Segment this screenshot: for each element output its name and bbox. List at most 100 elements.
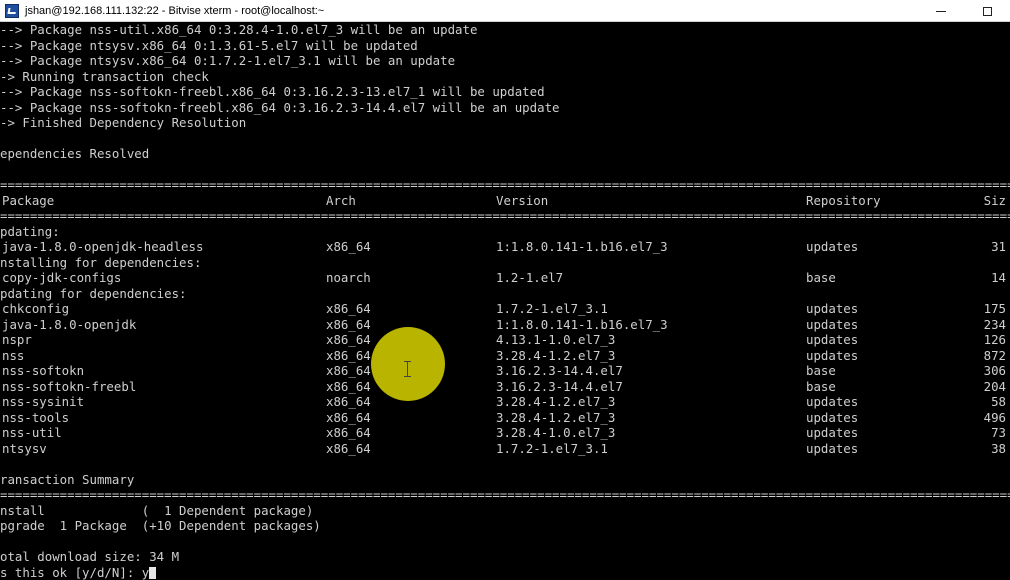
table-row: java-1.8.0-openjdk x86_64 1:1.8.0.141-1.b1… (0, 317, 1010, 333)
cell-arch: noarch (326, 270, 371, 285)
cell-size: 14 (991, 270, 1006, 285)
cell-package: copy-jdk-configs (2, 270, 122, 285)
cell-arch: x86_64 (326, 332, 371, 347)
cell-package: chkconfig (2, 301, 70, 316)
cell-package: java-1.8.0-openjdk (2, 316, 137, 332)
window-title: jshan@192.168.111.132:22 - Bitvise xterm… (25, 4, 325, 17)
table-row: nss-softokn x86_64 3.16.2.3-14.4.el7 base 30… (0, 363, 1010, 379)
cell-arch: x86_64 (326, 425, 371, 440)
table-row: copy-jdk-configs noarch 1.2-1.el7 base 14 (0, 270, 1010, 286)
terminal-output[interactable]: --> Package nss-util.x86_64 0:3.28.4-1.0… (0, 22, 1010, 580)
table-row: nss-softokn-freebl x86_64 3.16.2.3-14.4.el… (0, 379, 1010, 395)
cell-version: 3.16.2.3-14.4.el7 (496, 378, 623, 394)
table-row: nss-sysinit x86_64 3.28.4-1.2.el7_3 updates… (0, 394, 1010, 410)
cell-size: 496 (983, 409, 1006, 425)
terminal-line: ependencies Resolved (0, 146, 150, 161)
table-row: chkconfig x86_64 1.7.2-1.el7_3.1 updates 175 (0, 301, 1010, 317)
terminal-line: -> Finished Dependency Resolution (0, 115, 247, 130)
cell-version: 3.28.4-1.2.el7_3 (496, 409, 616, 425)
cell-repository: updates (806, 440, 859, 456)
table-row: java-1.8.0-openjdk-headless x86_64 1:1.8.0… (0, 239, 1010, 255)
terminal-line: --> Package nss-softokn-freebl.x86_64 0:… (0, 99, 560, 115)
cell-version: 3.28.4-1.0.el7_3 (496, 425, 616, 440)
cell-repository: updates (806, 394, 859, 409)
cell-repository: updates (806, 301, 859, 316)
cell-version: 3.28.4-1.2.el7_3 (496, 347, 616, 363)
terminal-line: --> Package ntsysv.x86_64 0:1.7.2-1.el7_… (0, 53, 456, 68)
cell-size: 73 (991, 425, 1006, 440)
cell-arch: x86_64 (326, 363, 371, 378)
maximize-button[interactable] (964, 0, 1010, 22)
separator-line: ========================================… (0, 177, 1010, 192)
cell-package: nss-softokn (2, 363, 85, 378)
cell-arch: x86_64 (326, 440, 371, 456)
cell-package: ntsysv (2, 440, 47, 456)
cell-repository: updates (806, 347, 859, 363)
cell-arch: x86_64 (326, 347, 371, 363)
column-header-version: Version (496, 192, 549, 208)
summary-title: ransaction Summary (0, 471, 135, 487)
table-header: Package Arch Version Repository Siz (0, 193, 1010, 209)
cell-arch: x86_64 (326, 239, 371, 254)
cell-version: 1.7.2-1.el7_3.1 (496, 440, 608, 456)
cell-repository: base (806, 363, 836, 378)
cell-size: 31 (991, 239, 1006, 254)
cell-arch: x86_64 (326, 394, 371, 409)
cell-size: 204 (983, 378, 1006, 394)
cell-arch: x86_64 (326, 409, 371, 425)
column-header-package: Package (2, 192, 55, 208)
cell-package: nss (2, 347, 25, 363)
terminal-line: --> Package nss-softokn-freebl.x86_64 0:… (0, 84, 545, 99)
table-row: ntsysv x86_64 1.7.2-1.el7_3.1 updates 38 (0, 441, 1010, 457)
cell-version: 4.13.1-1.0.el7_3 (496, 332, 616, 347)
cell-arch: x86_64 (326, 378, 371, 394)
cell-version: 1.7.2-1.el7_3.1 (496, 301, 608, 316)
minimize-button[interactable] (918, 0, 964, 22)
cell-size: 306 (983, 363, 1006, 378)
summary-upgrade: pgrade 1 Package (+10 Dependent packages… (0, 518, 321, 533)
section-label: pdating for dependencies: (0, 285, 187, 301)
download-size: otal download size: 34 M (0, 549, 180, 564)
minimize-icon (936, 10, 946, 12)
section-label: pdating: (0, 223, 60, 239)
prompt-text: s this ok [y/d/N]: y (0, 564, 150, 580)
table-row: nss-tools x86_64 3.28.4-1.2.el7_3 updates 49… (0, 410, 1010, 426)
window-titlebar: jshan@192.168.111.132:22 - Bitvise xterm… (0, 0, 1010, 22)
confirm-prompt[interactable]: s this ok [y/d/N]: y (0, 565, 1010, 580)
terminal-line: -> Running transaction check (0, 68, 209, 84)
cell-package: nss-util (2, 425, 62, 440)
cell-size: 175 (983, 301, 1006, 316)
column-header-repository: Repository (806, 192, 881, 208)
separator-line: ========================================… (0, 487, 1010, 502)
text-cursor (149, 566, 157, 579)
cell-version: 3.16.2.3-14.4.el7 (496, 363, 623, 378)
cell-size: 38 (991, 440, 1006, 456)
cell-version: 1:1.8.0.141-1.b16.el7_3 (496, 239, 668, 254)
cell-arch: x86_64 (326, 316, 371, 332)
cell-repository: updates (806, 316, 859, 332)
cell-size: 234 (983, 316, 1006, 332)
cell-size: 872 (983, 347, 1006, 363)
maximize-icon (982, 6, 992, 16)
column-header-size: Siz (983, 192, 1006, 208)
cell-repository: base (806, 270, 836, 285)
ibeam-cursor-icon (404, 361, 412, 377)
window-controls (918, 0, 1010, 22)
cell-version: 1.2-1.el7 (496, 270, 564, 285)
summary-install: nstall ( 1 Dependent package) (0, 502, 314, 518)
cell-package: nspr (2, 332, 32, 347)
cell-repository: updates (806, 332, 859, 347)
cell-repository: updates (806, 425, 859, 440)
section-label: nstalling for dependencies: (0, 254, 202, 270)
separator-line: ========================================… (0, 208, 1010, 223)
cell-arch: x86_64 (326, 301, 371, 316)
bitvise-terminal-icon[interactable] (5, 3, 19, 18)
terminal-line: --> Package nss-util.x86_64 0:3.28.4-1.0… (0, 22, 478, 37)
cell-package: nss-tools (2, 409, 70, 425)
cell-repository: base (806, 378, 836, 394)
column-header-arch: Arch (326, 192, 356, 208)
